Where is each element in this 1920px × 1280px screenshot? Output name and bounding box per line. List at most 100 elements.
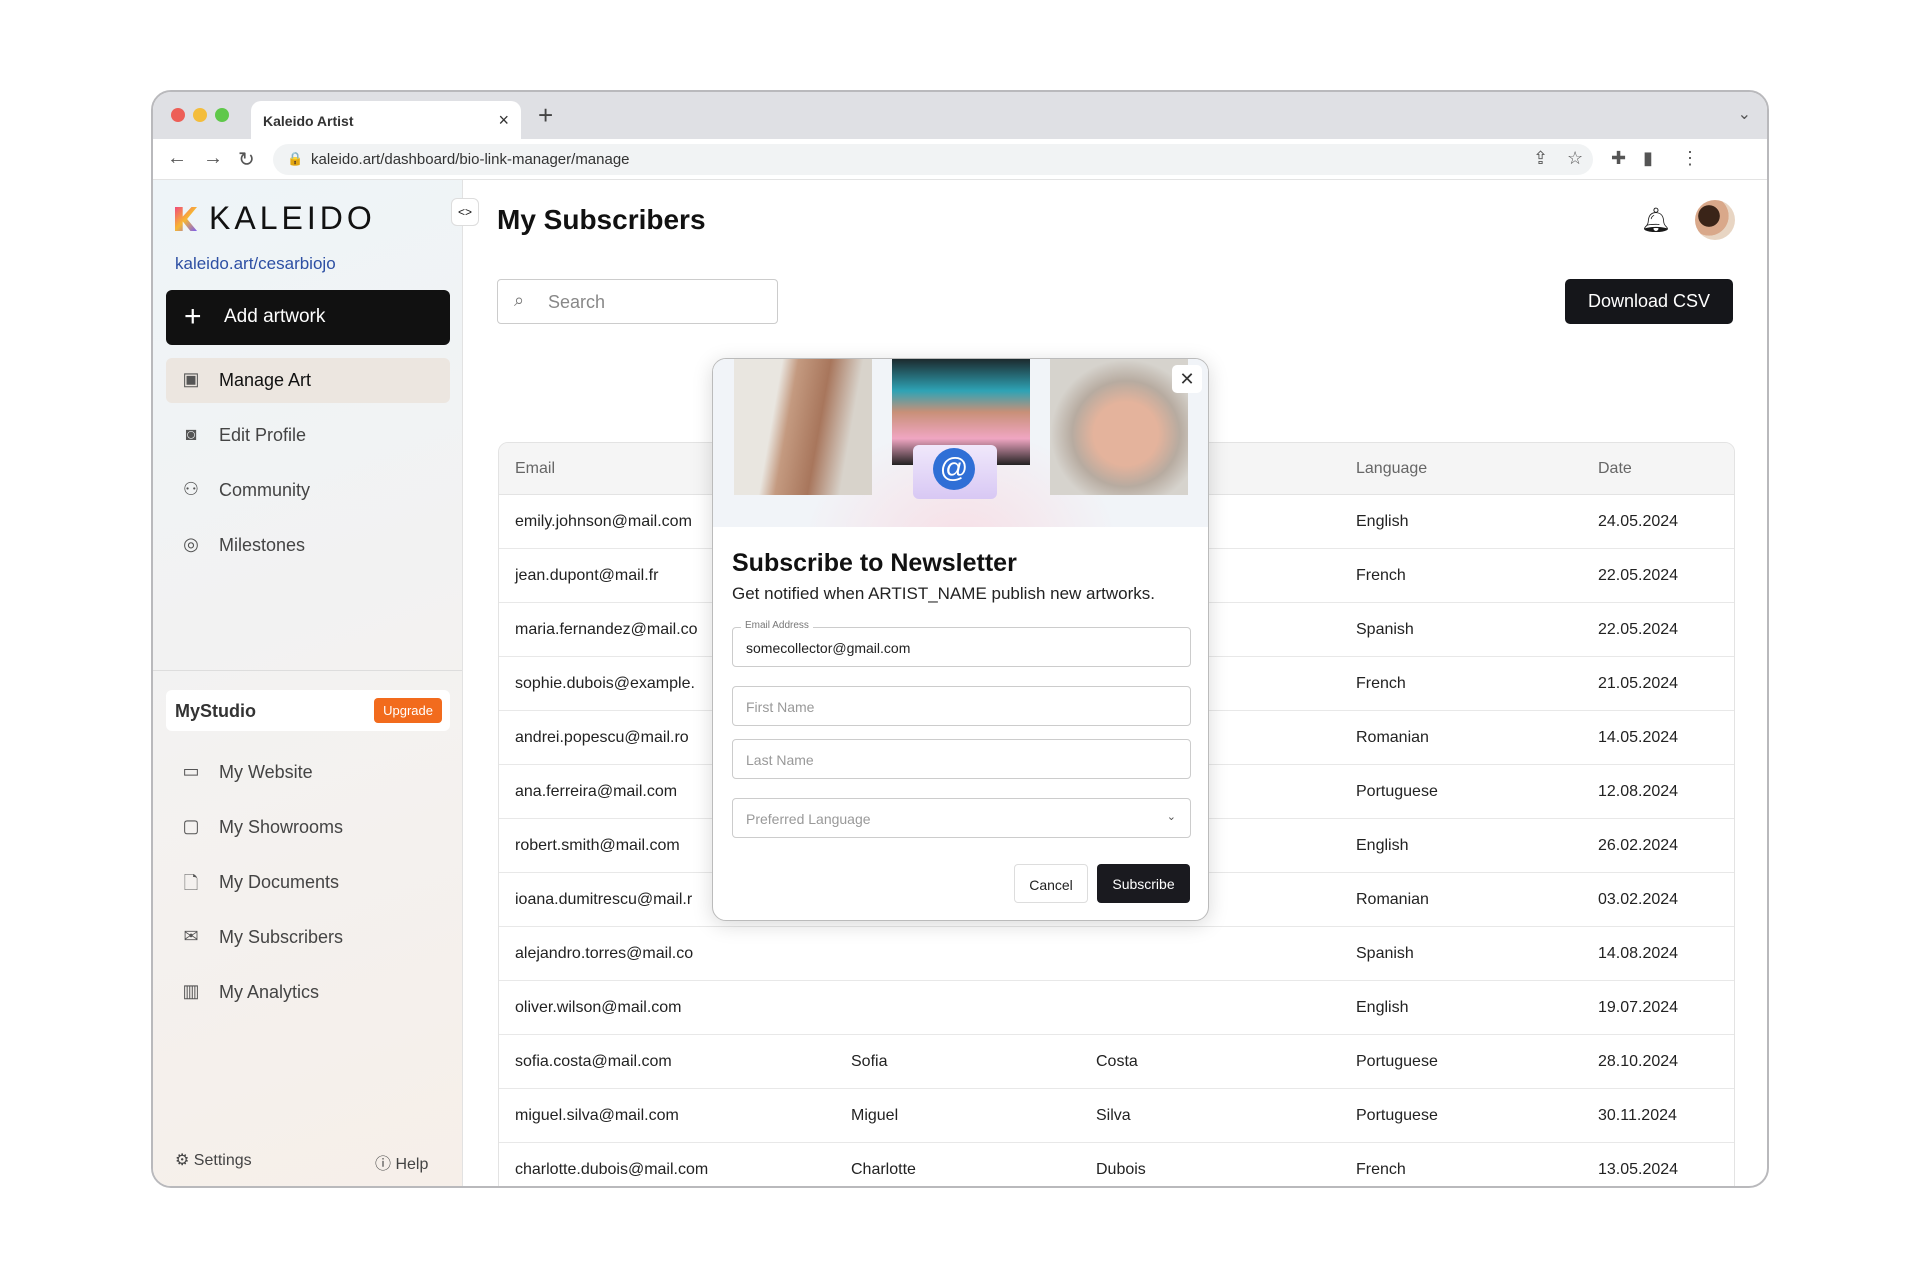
sidebar-item-label: My Subscribers [219, 927, 344, 947]
artwork-image-1 [734, 359, 872, 495]
subscribe-modal: @ ✕ Subscribe to Newsletter Get notified… [712, 358, 1209, 921]
sidebar-divider [153, 670, 462, 671]
table-cell: Sofia [851, 1053, 888, 1070]
table-cell: 22.05.2024 [1598, 621, 1679, 638]
add-artwork-label: Add artwork [224, 306, 326, 327]
minimize-window-button[interactable] [193, 108, 207, 122]
plus-icon: + [184, 300, 202, 333]
bell-icon[interactable]: 🔔︎ [1641, 206, 1671, 235]
bookmark-star-icon[interactable]: ☆ [1567, 148, 1583, 169]
sidebar-item-manage-art[interactable]: ▣ Manage Art [166, 358, 450, 403]
table-cell: French [1356, 1161, 1406, 1178]
table-cell: Miguel [851, 1107, 899, 1124]
table-cell: jean.dupont@mail.fr [515, 567, 659, 584]
first-name-placeholder: First Name [746, 699, 815, 715]
add-artwork-button[interactable]: + Add artwork [166, 290, 450, 345]
url-text: kaleido.art/dashboard/bio-link-manager/m… [311, 151, 630, 168]
side-panel-icon[interactable]: ▮ [1643, 148, 1653, 169]
maximize-window-button[interactable] [215, 108, 229, 122]
close-modal-button[interactable]: ✕ [1172, 365, 1202, 393]
new-tab-button[interactable]: + [538, 100, 553, 131]
image-icon: ▣ [182, 369, 200, 389]
subscribe-button[interactable]: Subscribe [1097, 864, 1190, 903]
table-cell: 14.08.2024 [1598, 945, 1679, 962]
url-field[interactable]: 🔒 kaleido.art/dashboard/bio-link-manager/… [273, 144, 1593, 175]
sidebar-item-my-showrooms[interactable]: ▢ My Showrooms [166, 805, 450, 850]
table-cell: English [1356, 837, 1409, 854]
menu-dots-icon[interactable]: ⋮ [1681, 148, 1699, 169]
sidebar-item-my-analytics[interactable]: ▥ My Analytics [166, 970, 450, 1015]
upgrade-button[interactable]: Upgrade [374, 698, 442, 723]
table-cell: Silva [1096, 1107, 1131, 1124]
help-link[interactable]: ⓘ Help [375, 1150, 428, 1174]
kaleido-logo-icon [175, 207, 197, 231]
table-cell: 30.11.2024 [1598, 1107, 1677, 1124]
close-tab-icon[interactable]: × [498, 110, 509, 131]
table-cell: Romanian [1356, 729, 1429, 746]
close-window-button[interactable] [171, 108, 185, 122]
first-name-field[interactable]: First Name [732, 686, 1191, 726]
mystudio-label: MyStudio [175, 701, 256, 721]
sidebar-item-label: Edit Profile [219, 425, 307, 445]
email-label: Email Address [741, 620, 813, 631]
column-header[interactable]: Date [1598, 460, 1632, 478]
email-field[interactable]: Email Address somecollector@gmail.com [732, 620, 1191, 667]
modal-hero: @ ✕ [713, 359, 1208, 527]
avatar[interactable] [1695, 200, 1735, 240]
mail-icon: ✉ [183, 926, 199, 946]
table-cell: sofia.costa@mail.com [515, 1053, 672, 1070]
table-cell: 26.02.2024 [1598, 837, 1679, 854]
table-cell: Costa [1096, 1053, 1138, 1070]
cancel-button[interactable]: Cancel [1014, 864, 1088, 903]
email-value: somecollector@gmail.com [746, 640, 911, 656]
showrooms-icon: ▢ [182, 816, 200, 836]
sidebar-item-my-documents[interactable]: 🗋 My Documents [166, 860, 450, 905]
extensions-icon[interactable]: ✚ [1611, 148, 1626, 169]
table-cell: oliver.wilson@mail.com [515, 999, 682, 1016]
preferred-language-select[interactable]: Preferred Language ⌄ [732, 798, 1191, 838]
table-cell: 03.02.2024 [1598, 891, 1679, 908]
sidebar-item-my-website[interactable]: ▭ My Website [166, 750, 450, 795]
table-cell: Spanish [1356, 945, 1414, 962]
column-header[interactable]: Language [1356, 460, 1427, 478]
logo[interactable]: KALEIDO [175, 200, 376, 237]
download-csv-button[interactable]: Download CSV [1565, 279, 1733, 324]
table-row[interactable]: miguel.silva@mail.com Miguel Silva Portugue… [499, 1089, 1734, 1143]
table-cell: emily.johnson@mail.com [515, 513, 692, 530]
table-row[interactable]: sofia.costa@mail.com Sofia Costa Portuguese… [499, 1035, 1734, 1089]
community-icon: ⚇ [182, 479, 200, 499]
tab-list-chevron-icon[interactable]: ⌄ [1738, 104, 1751, 124]
column-header[interactable]: Email [515, 460, 555, 478]
table-cell: Spanish [1356, 621, 1414, 638]
search-input[interactable]: ⌕ Search [497, 279, 778, 324]
logo-text: KALEIDO [209, 200, 376, 236]
settings-link[interactable]: ⚙ Settings [175, 1150, 252, 1170]
page-title: My Subscribers [497, 204, 706, 235]
sidebar-item-label: Community [219, 480, 311, 500]
table-row[interactable]: charlotte.dubois@mail.com Charlotte Dubois… [499, 1143, 1734, 1186]
sidebar-item-edit-profile[interactable]: ◙ Edit Profile [166, 413, 450, 458]
share-icon[interactable]: ⇪ [1533, 148, 1548, 169]
table-row[interactable]: alejandro.torres@mail.co Spanish 14.08.202… [499, 927, 1734, 981]
table-cell: Charlotte [851, 1161, 916, 1178]
browser-tab[interactable]: Kaleido Artist × [251, 101, 521, 139]
back-icon[interactable]: ← [167, 147, 187, 170]
table-cell: sophie.dubois@example. [515, 675, 695, 692]
analytics-icon: ▥ [182, 981, 200, 1001]
sidebar-item-label: Manage Art [219, 370, 312, 390]
address-bar-row: ← → ↻ 🔒 kaleido.art/dashboard/bio-link-ma… [153, 139, 1767, 180]
sidebar-item-community[interactable]: ⚇ Community [166, 468, 450, 513]
profile-link[interactable]: kaleido.art/cesarbiojo [175, 254, 336, 274]
reload-icon[interactable]: ↻ [238, 147, 255, 172]
table-cell: 22.05.2024 [1598, 567, 1679, 584]
sidebar-item-milestones[interactable]: ◎ Milestones [166, 523, 450, 568]
search-placeholder: Search [548, 292, 606, 312]
table-row[interactable]: oliver.wilson@mail.com English 19.07.2024 [499, 981, 1734, 1035]
help-label: Help [395, 1156, 429, 1173]
table-cell: ioana.dumitrescu@mail.r [515, 891, 693, 908]
last-name-field[interactable]: Last Name [732, 739, 1191, 779]
table-cell: English [1356, 999, 1409, 1016]
forward-icon[interactable]: → [203, 147, 223, 170]
last-name-placeholder: Last Name [746, 752, 814, 768]
sidebar-item-my-subscribers[interactable]: ✉ My Subscribers [166, 915, 450, 960]
